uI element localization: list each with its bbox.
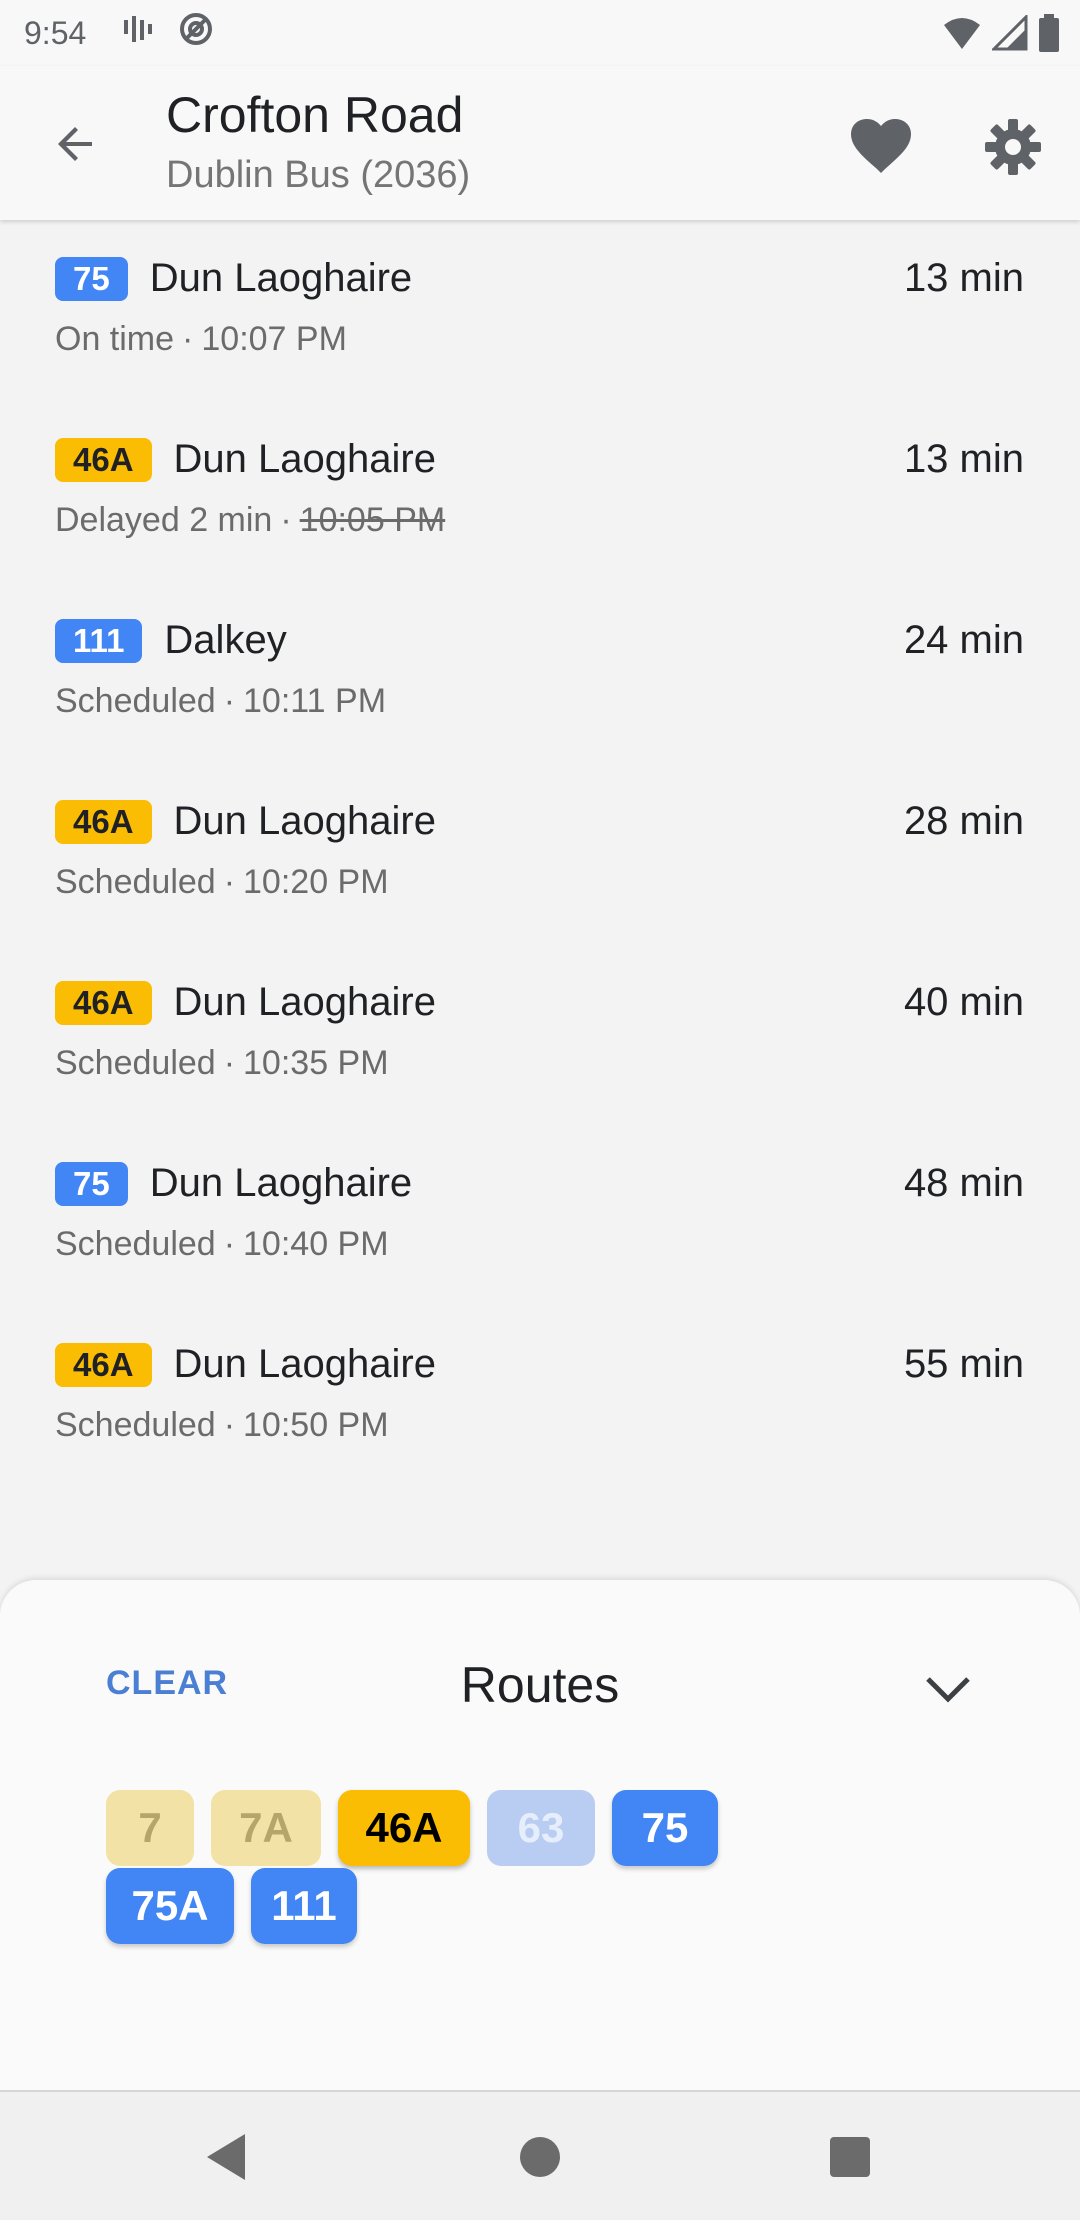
eta-label: 28 min — [903, 799, 1024, 843]
wifi-icon — [942, 15, 982, 59]
page-subtitle: Dublin Bus (2036) — [166, 154, 471, 196]
departure-row[interactable]: 75 Dun Laoghaire 48 min Scheduled · 10:40 PM — [0, 1125, 1080, 1306]
departure-details: Scheduled · 10:11 PM — [55, 682, 386, 721]
separator-dot: · — [223, 1406, 236, 1444]
route-badge: 111 — [55, 618, 143, 663]
route-badge: 46A — [55, 437, 152, 482]
status-text: Scheduled — [55, 863, 216, 901]
route-chip[interactable]: 46A — [338, 1790, 470, 1866]
departure-time: 10:07 PM — [201, 320, 347, 358]
routes-sheet: CLEAR Routes 7 7A 46A 63 75 75A 111 — [0, 1580, 1080, 2090]
departure-header: 46A Dun Laoghaire — [55, 437, 436, 482]
chevron-down-icon[interactable] — [918, 1660, 978, 1720]
system-nav-bar — [0, 2090, 1080, 2220]
separator-dot: · — [223, 1225, 236, 1263]
departure-row[interactable]: 75 Dun Laoghaire 13 min On time · 10:07 PM — [0, 220, 1080, 401]
departure-header: 46A Dun Laoghaire — [55, 1342, 436, 1387]
destination-label: Dun Laoghaire — [173, 799, 436, 843]
departure-row[interactable]: 46A Dun Laoghaire 40 min Scheduled · 10:35 PM — [0, 944, 1080, 1125]
route-badge: 75 — [55, 256, 128, 301]
destination-label: Dun Laoghaire — [173, 437, 436, 481]
route-badge: 75 — [55, 1161, 128, 1206]
departure-time: 10:40 PM — [243, 1225, 389, 1263]
eta-label: 40 min — [903, 980, 1024, 1024]
nav-recents-icon[interactable] — [790, 2092, 910, 2220]
departure-header: 46A Dun Laoghaire — [55, 980, 436, 1025]
gear-icon[interactable] — [978, 112, 1048, 182]
status-bar: 9:54 — [0, 0, 1080, 66]
separator-dot: · — [223, 863, 236, 901]
route-chip[interactable]: 111 — [251, 1868, 357, 1944]
departure-row[interactable]: 46A Dun Laoghaire 28 min Scheduled · 10:20 PM — [0, 763, 1080, 944]
departure-time: 10:35 PM — [243, 1044, 389, 1082]
route-badge: 46A — [55, 980, 152, 1025]
app-bar: Crofton Road Dublin Bus (2036) — [0, 66, 1080, 220]
departure-time: 10:20 PM — [243, 863, 389, 901]
route-chip[interactable]: 75 — [612, 1790, 718, 1866]
destination-label: Dalkey — [164, 618, 287, 662]
signal-icon — [990, 13, 1028, 59]
status-time: 9:54 — [24, 14, 87, 51]
departure-header: 75 Dun Laoghaire — [55, 1161, 412, 1206]
route-chip[interactable]: 63 — [487, 1790, 595, 1866]
route-chip[interactable]: 75A — [106, 1868, 234, 1944]
battery-icon — [1038, 14, 1060, 60]
eta-label: 48 min — [903, 1161, 1024, 1205]
departure-details: Scheduled · 10:40 PM — [55, 1225, 389, 1264]
departure-header: 111 Dalkey — [55, 618, 287, 663]
departure-details: Delayed 2 min · 10:05 PM — [55, 501, 445, 540]
destination-label: Dun Laoghaire — [173, 1342, 436, 1386]
voicemail-icon — [122, 14, 156, 52]
separator-dot: · — [182, 320, 194, 358]
route-chip[interactable]: 7A — [211, 1790, 321, 1866]
back-arrow-icon[interactable] — [44, 112, 108, 176]
nav-back-icon[interactable] — [166, 2092, 286, 2220]
separator-dot: · — [223, 1044, 236, 1082]
page-title: Crofton Road — [166, 87, 464, 143]
status-text: Delayed 2 min — [55, 501, 273, 539]
eta-label: 13 min — [903, 437, 1024, 481]
eta-label: 13 min — [903, 256, 1024, 300]
departure-row[interactable]: 46A Dun Laoghaire 55 min Scheduled · 10:50 PM — [0, 1306, 1080, 1487]
departures-list: 75 Dun Laoghaire 13 min On time · 10:07 PM 46A… — [0, 220, 1080, 1487]
destination-label: Dun Laoghaire — [149, 1161, 413, 1205]
status-text: Scheduled — [55, 1225, 216, 1263]
departure-row[interactable]: 46A Dun Laoghaire 13 min Delayed 2 min · 10:0… — [0, 401, 1080, 582]
departure-time: 10:05 PM — [299, 501, 446, 539]
departure-details: Scheduled · 10:35 PM — [55, 1044, 389, 1083]
route-badge: 46A — [55, 1342, 152, 1387]
departure-details: On time · 10:07 PM — [55, 320, 347, 359]
destination-label: Dun Laoghaire — [173, 980, 436, 1024]
departure-details: Scheduled · 10:50 PM — [55, 1406, 389, 1445]
separator-dot: · — [223, 682, 236, 720]
status-text: On time — [55, 320, 175, 358]
heart-icon[interactable] — [846, 112, 916, 182]
route-badge: 46A — [55, 799, 152, 844]
destination-label: Dun Laoghaire — [149, 256, 413, 300]
status-text: Scheduled — [55, 682, 216, 720]
departure-time: 10:11 PM — [243, 682, 387, 720]
nav-home-icon[interactable] — [480, 2092, 600, 2220]
departure-details: Scheduled · 10:20 PM — [55, 863, 389, 902]
departure-header: 75 Dun Laoghaire — [55, 256, 412, 301]
eta-label: 55 min — [903, 1342, 1024, 1386]
at-sign-icon — [178, 11, 214, 55]
departure-row[interactable]: 111 Dalkey 24 min Scheduled · 10:11 PM — [0, 582, 1080, 763]
separator-dot: · — [280, 501, 292, 539]
eta-label: 24 min — [903, 618, 1024, 662]
status-text: Scheduled — [55, 1406, 216, 1444]
status-text: Scheduled — [55, 1044, 216, 1082]
departure-time: 10:50 PM — [243, 1406, 389, 1444]
route-chip[interactable]: 7 — [106, 1790, 194, 1866]
departure-header: 46A Dun Laoghaire — [55, 799, 436, 844]
